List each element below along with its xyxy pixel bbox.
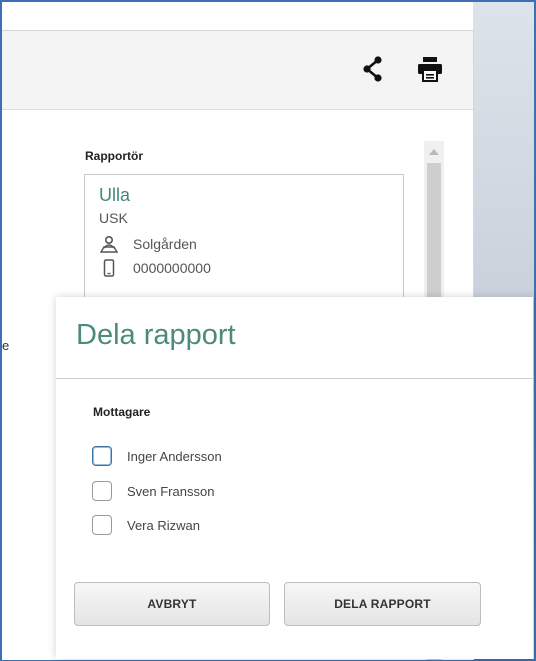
cancel-button[interactable]: AVBRYT xyxy=(74,582,270,626)
recipient-checkbox[interactable] xyxy=(92,515,112,535)
location-person-icon xyxy=(99,235,119,253)
recipient-vera-rizwan[interactable]: Vera Rizwan xyxy=(92,513,200,537)
reporter-phone: 0000000000 xyxy=(133,260,211,276)
recipient-name: Inger Andersson xyxy=(127,448,222,464)
recipient-checkbox[interactable] xyxy=(92,481,112,501)
truncated-label: e xyxy=(2,338,10,353)
reporter-name: Ulla xyxy=(99,185,131,205)
dialog-divider xyxy=(56,378,533,379)
recipient-sven-fransson[interactable]: Sven Fransson xyxy=(92,479,214,503)
printer-icon[interactable] xyxy=(416,55,444,83)
recipient-name: Sven Fransson xyxy=(127,483,215,499)
reporter-heading: Rapportör xyxy=(85,149,143,163)
reporter-location: Solgården xyxy=(133,236,197,252)
recipient-name: Vera Rizwan xyxy=(127,517,200,533)
reporter-phone-row: 0000000000 xyxy=(99,256,389,280)
reporter-org: USK xyxy=(99,210,128,226)
share-report-button[interactable]: DELA RAPPORT xyxy=(284,582,481,626)
reporter-location-row: Solgården xyxy=(99,232,389,256)
recipient-checkbox[interactable] xyxy=(92,446,112,466)
share-report-dialog: Dela rapport Mottagare Inger Andersson S… xyxy=(56,297,533,659)
recipients-label: Mottagare xyxy=(93,405,151,419)
scroll-up-icon[interactable] xyxy=(429,149,439,155)
share-icon[interactable] xyxy=(359,55,387,83)
recipient-inger-andersson[interactable]: Inger Andersson xyxy=(92,444,222,468)
mobile-phone-icon xyxy=(99,259,119,277)
dialog-title: Dela rapport xyxy=(76,319,236,351)
report-header xyxy=(2,31,473,110)
